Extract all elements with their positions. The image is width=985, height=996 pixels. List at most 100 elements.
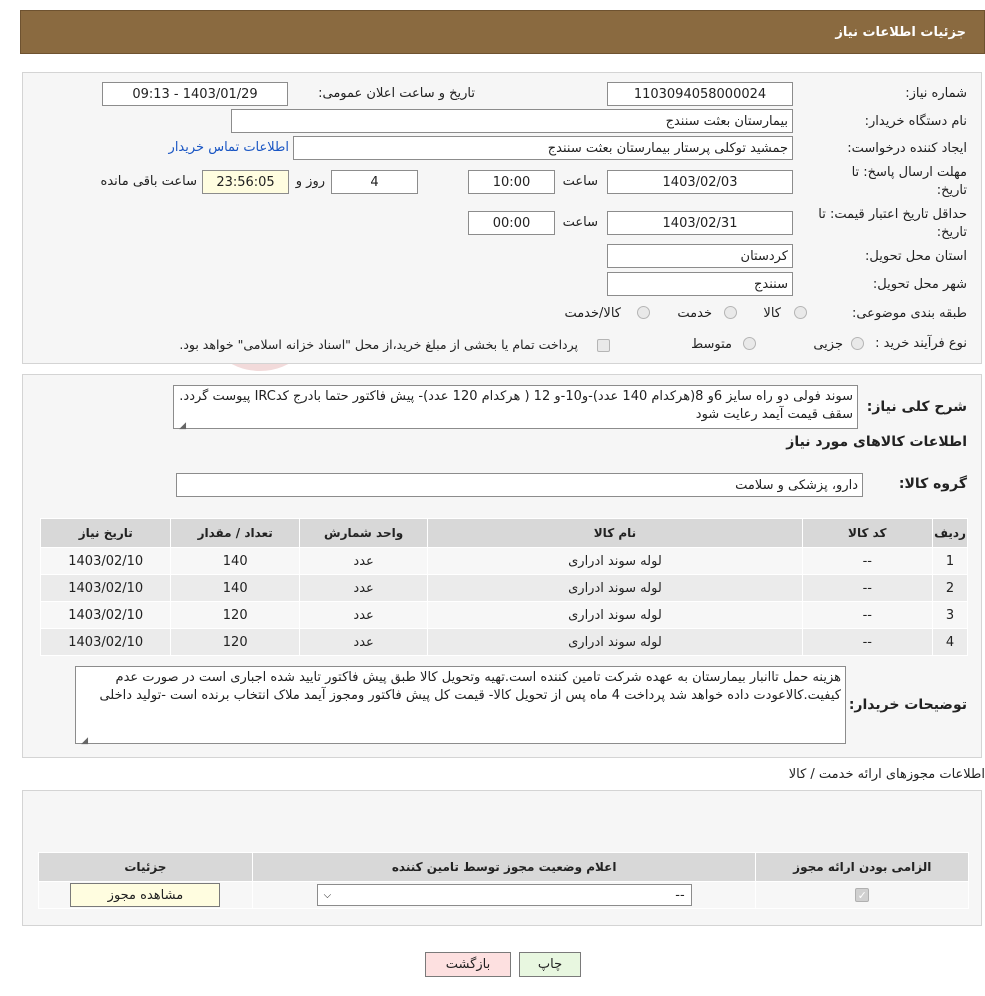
process-type-label: نوع فرآیند خرید : xyxy=(875,336,967,351)
goods-info-title: اطلاعات کالاهای مورد نیاز xyxy=(786,434,967,450)
buyer-notes-text: هزینه حمل تاانبار بیمارستان به عهده شرکت… xyxy=(75,666,846,746)
buyer-contact-link[interactable]: اطلاعات تماس خریدار xyxy=(169,140,289,155)
cell-unit: عدد xyxy=(298,547,429,575)
deadline-date-field: 1403/02/03 xyxy=(607,170,793,194)
validity-label-date: تاریخ: xyxy=(936,225,967,240)
days-label: روز و xyxy=(295,174,325,189)
category-label: طبقه بندی موضوعی: xyxy=(851,306,967,321)
col-permit-details: جزئیات xyxy=(38,852,253,882)
treasury-note: پرداخت تمام یا بخشی از مبلغ خرید،از محل … xyxy=(179,337,578,352)
back-button[interactable]: بازگشت xyxy=(425,952,511,977)
city-label: شهر محل تحویل: xyxy=(872,277,967,292)
need-summary-label: شرح کلی نیاز: xyxy=(866,399,967,415)
col-permit-required: الزامی بودن ارائه مجوز xyxy=(755,852,969,882)
permits-table: الزامی بودن ارائه مجوز اعلام وضعیت مجوز … xyxy=(38,852,969,909)
permits-title: اطلاعات مجوزهای ارائه خدمت / کالا xyxy=(788,767,985,782)
process-medium-label: متوسط xyxy=(691,337,732,352)
requester-label: ایجاد کننده درخواست: xyxy=(847,141,967,156)
cell-permit-status: ⌵ -- xyxy=(251,881,757,909)
table-row: 1 -- لوله سوند ادراری عدد 140 1403/02/10 xyxy=(39,547,968,575)
table-row: 3 -- لوله سوند ادراری عدد 120 1403/02/10 xyxy=(39,601,968,629)
goods-table-header: ردیف کد کالا نام کالا واحد شمارش تعداد /… xyxy=(39,518,968,548)
permit-status-select[interactable]: ⌵ -- xyxy=(316,884,692,906)
cell-unit: عدد xyxy=(298,574,429,602)
category-goods-label: کالا xyxy=(763,306,781,321)
permit-required-checkbox: ✓ xyxy=(855,887,870,902)
cell-quantity: 120 xyxy=(170,601,300,629)
col-code: کد کالا xyxy=(801,518,934,548)
category-goods-service-radio[interactable] xyxy=(637,306,650,319)
requester-field: جمشید توکلی پرستار بیمارستان بعثت سنندج xyxy=(293,136,793,160)
cell-quantity: 140 xyxy=(170,547,300,575)
cell-code: -- xyxy=(801,601,934,629)
permits-table-header: الزامی بودن ارائه مجوز اعلام وضعیت مجوز … xyxy=(38,852,969,882)
need-summary-text: سوند فولی دو راه سایز 6و 8(هرکدام 140 عد… xyxy=(173,385,858,431)
cell-row: 4 xyxy=(932,628,968,656)
cell-quantity: 140 xyxy=(170,574,300,602)
view-permit-button[interactable]: مشاهده مجوز xyxy=(70,883,221,907)
col-unit: واحد شمارش xyxy=(298,518,429,548)
page-header: جزئیات اطلاعات نیاز xyxy=(20,10,985,54)
deadline-time-field: 10:00 xyxy=(468,170,555,194)
table-row: 4 -- لوله سوند ادراری عدد 120 1403/02/10 xyxy=(39,628,968,656)
cell-date: 1403/02/10 xyxy=(39,601,172,629)
remaining-time-field: 23:56:05 xyxy=(202,170,289,194)
deadline-time-label: ساعت xyxy=(562,174,598,189)
col-row: ردیف xyxy=(932,518,968,548)
city-field: سنندج xyxy=(607,272,793,296)
announce-datetime-label: تاریخ و ساعت اعلان عمومی: xyxy=(318,86,475,101)
cell-date: 1403/02/10 xyxy=(39,574,172,602)
need-number-field: 1103094058000024 xyxy=(607,82,793,106)
process-medium-radio[interactable] xyxy=(743,337,756,350)
treasury-checkbox[interactable] xyxy=(597,339,610,352)
buyer-notes-label: توضیحات خریدار: xyxy=(848,697,967,713)
goods-table-wrap: ردیف کد کالا نام کالا واحد شمارش تعداد /… xyxy=(39,518,968,656)
cell-code: -- xyxy=(801,628,934,656)
print-button[interactable]: چاپ xyxy=(519,952,581,977)
cell-row: 3 xyxy=(932,601,968,629)
resize-handle-icon[interactable]: ◢ xyxy=(176,417,186,431)
need-number-label: شماره نیاز: xyxy=(905,86,967,101)
category-goods-service-label: کالا/خدمت xyxy=(564,306,621,321)
province-label: استان محل تحویل: xyxy=(865,249,967,264)
remaining-label: ساعت باقی مانده xyxy=(100,174,197,189)
cell-unit: عدد xyxy=(298,601,429,629)
announce-datetime-field: 1403/01/29 - 09:13 xyxy=(102,82,288,106)
need-summary-content: سوند فولی دو راه سایز 6و 8(هرکدام 140 عد… xyxy=(179,389,853,422)
cell-name: لوله سوند ادراری xyxy=(427,601,803,629)
validity-date-field: 1403/02/31 xyxy=(607,211,793,235)
category-service-label: خدمت xyxy=(677,306,712,321)
goods-group-label: گروه کالا: xyxy=(898,476,967,492)
validity-time-field: 00:00 xyxy=(468,211,555,235)
cell-name: لوله سوند ادراری xyxy=(427,628,803,656)
province-field: کردستان xyxy=(607,244,793,268)
cell-row: 1 xyxy=(932,547,968,575)
chevron-down-icon: ⌵ xyxy=(323,889,332,901)
cell-permit-details: مشاهده مجوز xyxy=(38,881,253,909)
page-title: جزئیات اطلاعات نیاز xyxy=(835,24,966,40)
category-goods-radio[interactable] xyxy=(794,306,807,319)
buyer-notes-content: هزینه حمل تاانبار بیمارستان به عهده شرکت… xyxy=(99,670,841,703)
table-row: 2 -- لوله سوند ادراری عدد 140 1403/02/10 xyxy=(39,574,968,602)
deadline-label-date: تاریخ: xyxy=(936,183,967,198)
category-service-radio[interactable] xyxy=(724,306,737,319)
table-row: ✓ ⌵ -- مشاهده مجوز xyxy=(38,881,969,909)
cell-date: 1403/02/10 xyxy=(39,547,172,575)
cell-quantity: 120 xyxy=(170,628,300,656)
cell-name: لوله سوند ادراری xyxy=(427,547,803,575)
cell-name: لوله سوند ادراری xyxy=(427,574,803,602)
buyer-org-field: بیمارستان بعثت سنندج xyxy=(231,109,793,133)
cell-code: -- xyxy=(801,547,934,575)
buyer-org-label: نام دستگاه خریدار: xyxy=(864,114,967,129)
cell-row: 2 xyxy=(932,574,968,602)
goods-table: ردیف کد کالا نام کالا واحد شمارش تعداد /… xyxy=(39,518,968,656)
permits-table-wrap: الزامی بودن ارائه مجوز اعلام وضعیت مجوز … xyxy=(38,852,969,909)
process-minor-radio[interactable] xyxy=(851,337,864,350)
goods-group-field: دارو، پزشکی و سلامت xyxy=(176,473,863,497)
process-minor-label: جزیی xyxy=(813,337,843,352)
deadline-label: مهلت ارسال پاسخ: تا xyxy=(851,165,967,180)
resize-handle-icon[interactable]: ◢ xyxy=(78,732,88,746)
cell-code: -- xyxy=(801,574,934,602)
cell-permit-required: ✓ xyxy=(755,881,969,909)
cell-date: 1403/02/10 xyxy=(39,628,172,656)
